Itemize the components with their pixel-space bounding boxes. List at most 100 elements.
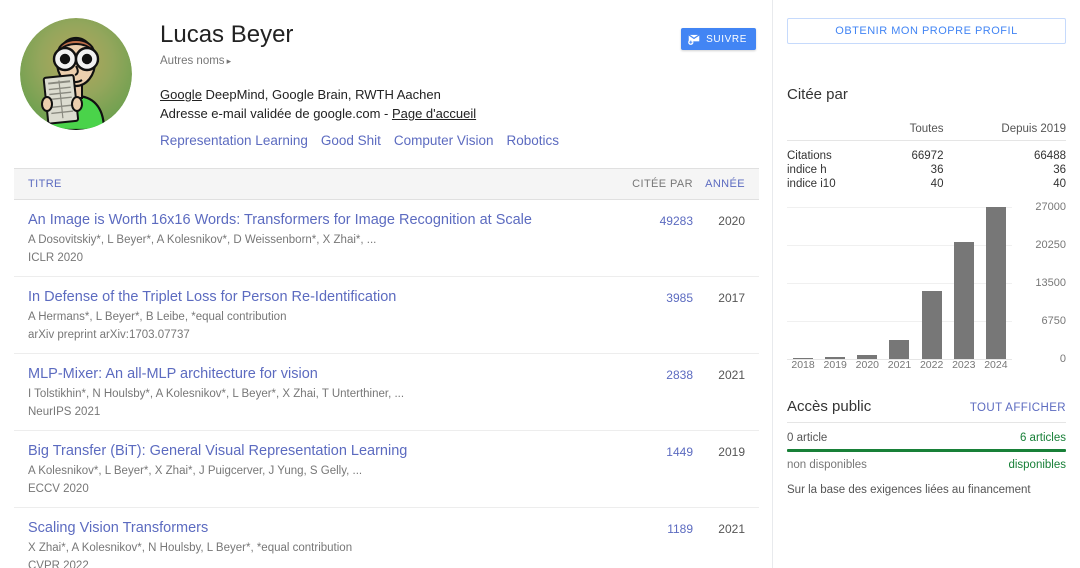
publication-cell: An Image is Worth 16x16 Words: Transform… [14, 211, 585, 266]
cited-by-table: Toutes Depuis 2019 Citations6697266488in… [787, 119, 1066, 191]
affiliation-line: Google DeepMind, Google Brain, RWTH Aach… [160, 85, 758, 104]
table-row: MLP-Mixer: An all-MLP architecture for v… [14, 354, 759, 431]
publication-cited-by-count[interactable]: 49283 [585, 211, 693, 228]
publication-cited-by-count[interactable]: 3985 [585, 288, 693, 305]
public-access-left-count: 0 article [787, 432, 827, 444]
affiliation-rest: DeepMind, Google Brain, RWTH Aachen [202, 87, 441, 102]
chart-x-tick: 2023 [950, 359, 978, 371]
publication-authors: A Hermans*, L Beyer*, B Leibe, *equal co… [28, 309, 585, 325]
cited-by-value-since: 36 [943, 163, 1066, 177]
public-access-left-label: non disponibles [787, 459, 867, 471]
affiliation-link[interactable]: Google [160, 87, 202, 102]
interest-link-0[interactable]: Representation Learning [160, 133, 308, 148]
chart-x-tick: 2019 [821, 359, 849, 371]
chart-y-tick: 6750 [1042, 315, 1066, 327]
cited-by-header-blank [787, 119, 879, 141]
publication-venue: ECCV 2020 [28, 481, 585, 497]
publication-authors: I Tolstikhin*, N Houlsby*, A Kolesnikov*… [28, 386, 585, 402]
bar-rect [954, 242, 974, 359]
cited-by-value-all: 40 [879, 177, 943, 191]
chart-x-tick: 2022 [918, 359, 946, 371]
publication-title-link[interactable]: Big Transfer (BiT): General Visual Repre… [28, 442, 585, 461]
homepage-link[interactable]: Page d'accueil [392, 106, 476, 121]
cited-by-metric-label: indice i10 [787, 177, 879, 191]
bar-rect [986, 207, 1006, 359]
chart-x-tick: 2024 [982, 359, 1010, 371]
chart-y-tick: 27000 [1035, 201, 1066, 213]
publication-cited-by-count[interactable]: 1189 [585, 519, 693, 536]
publication-title-link[interactable]: An Image is Worth 16x16 Words: Transform… [28, 211, 585, 230]
cited-by-value-since: 66488 [943, 141, 1066, 164]
chart-bar-2019[interactable] [821, 207, 849, 359]
column-header-year[interactable]: ANNÉE [693, 178, 759, 190]
publication-year: 2021 [693, 519, 759, 536]
follow-button-label: SUIVRE [706, 34, 747, 45]
publication-cited-by-count[interactable]: 1449 [585, 442, 693, 459]
email-verified-text: Adresse e-mail validée de google.com - [160, 106, 392, 121]
publication-year: 2021 [693, 365, 759, 382]
chart-bar-2022[interactable] [918, 207, 946, 359]
public-access-view-all-link[interactable]: TOUT AFFICHER [970, 402, 1066, 414]
chart-x-tick: 2020 [853, 359, 881, 371]
cited-by-header-since: Depuis 2019 [943, 119, 1066, 141]
follow-button[interactable]: SUIVRE [681, 28, 756, 50]
publications-rows: An Image is Worth 16x16 Words: Transform… [14, 200, 759, 568]
bar-rect [889, 340, 909, 359]
chart-y-tick: 20250 [1035, 239, 1066, 251]
email-verified-line: Adresse e-mail validée de google.com - P… [160, 104, 758, 123]
get-own-profile-button[interactable]: OBTENIR MON PROPRE PROFIL [787, 18, 1066, 44]
publication-cell: MLP-Mixer: An all-MLP architecture for v… [14, 365, 585, 420]
scholar-profile-page: Lucas Beyer Autres noms▸ Google DeepMind… [0, 0, 1080, 568]
publication-venue: arXiv preprint arXiv:1703.07737 [28, 327, 585, 343]
interests-list: Representation Learning Good Shit Computer… [160, 132, 758, 150]
chart-y-tick: 13500 [1035, 277, 1066, 289]
cited-by-header-all: Toutes [879, 119, 943, 141]
chart-bar-2021[interactable] [885, 207, 913, 359]
publication-cited-by-count[interactable]: 2838 [585, 365, 693, 382]
chart-x-axis-labels: 2018201920202021202220232024 [787, 359, 1012, 371]
publications-table: TITRE CITÉE PAR ANNÉE An Image is Worth … [14, 168, 759, 568]
publication-title-link[interactable]: MLP-Mixer: An all-MLP architecture for v… [28, 365, 585, 384]
sidebar-column: OBTENIR MON PROPRE PROFIL Citée par Tout… [773, 0, 1080, 568]
other-names-toggle[interactable]: Autres noms▸ [160, 54, 231, 69]
table-row: An Image is Worth 16x16 Words: Transform… [14, 200, 759, 277]
avatar[interactable] [20, 18, 132, 130]
page-title: Lucas Beyer [160, 20, 758, 50]
chart-bar-2023[interactable] [950, 207, 978, 359]
cited-by-header-row: Toutes Depuis 2019 [787, 119, 1066, 141]
public-access-title: Accès public [787, 398, 871, 415]
table-row: Scaling Vision TransformersX Zhai*, A Ko… [14, 508, 759, 568]
chart-bar-2024[interactable] [982, 207, 1010, 359]
citations-per-year-chart: 2018201920202021202220232024 06750135002… [787, 207, 1066, 372]
interest-link-3[interactable]: Robotics [506, 133, 559, 148]
cited-by-row: indice i104040 [787, 177, 1066, 191]
cited-by-value-all: 66972 [879, 141, 943, 164]
public-access-right-label: disponibles [1008, 459, 1066, 471]
chart-bars [787, 207, 1012, 359]
column-header-cited-by[interactable]: CITÉE PAR [585, 178, 693, 190]
publication-title-link[interactable]: Scaling Vision Transformers [28, 519, 585, 538]
cited-by-body: Citations6697266488indice h3636indice i1… [787, 141, 1066, 192]
column-header-title[interactable]: TITRE [14, 178, 585, 190]
publication-year: 2019 [693, 442, 759, 459]
publication-venue: NeurIPS 2021 [28, 404, 585, 420]
public-access-labels: non disponibles disponibles [787, 452, 1066, 471]
public-access-note: Sur la base des exigences liées au finan… [787, 471, 1066, 498]
user-avatar-cartoon [20, 18, 132, 130]
chart-x-tick: 2018 [789, 359, 817, 371]
chart-y-axis-labels: 06750135002025027000 [1019, 207, 1066, 359]
cited-by-title: Citée par [787, 86, 1066, 103]
public-access-right-count[interactable]: 6 articles [1020, 432, 1066, 444]
publications-table-header: TITRE CITÉE PAR ANNÉE [14, 168, 759, 200]
table-row: Big Transfer (BiT): General Visual Repre… [14, 431, 759, 508]
chart-bar-2018[interactable] [789, 207, 817, 359]
interest-link-2[interactable]: Computer Vision [394, 133, 494, 148]
profile-header: Lucas Beyer Autres noms▸ Google DeepMind… [0, 0, 772, 150]
chevron-right-icon: ▸ [227, 56, 232, 66]
publication-authors: A Kolesnikov*, L Beyer*, X Zhai*, J Puig… [28, 463, 585, 479]
bar-rect [922, 291, 942, 359]
chart-bar-2020[interactable] [853, 207, 881, 359]
table-row: In Defense of the Triplet Loss for Perso… [14, 277, 759, 354]
publication-title-link[interactable]: In Defense of the Triplet Loss for Perso… [28, 288, 585, 307]
interest-link-1[interactable]: Good Shit [321, 133, 381, 148]
